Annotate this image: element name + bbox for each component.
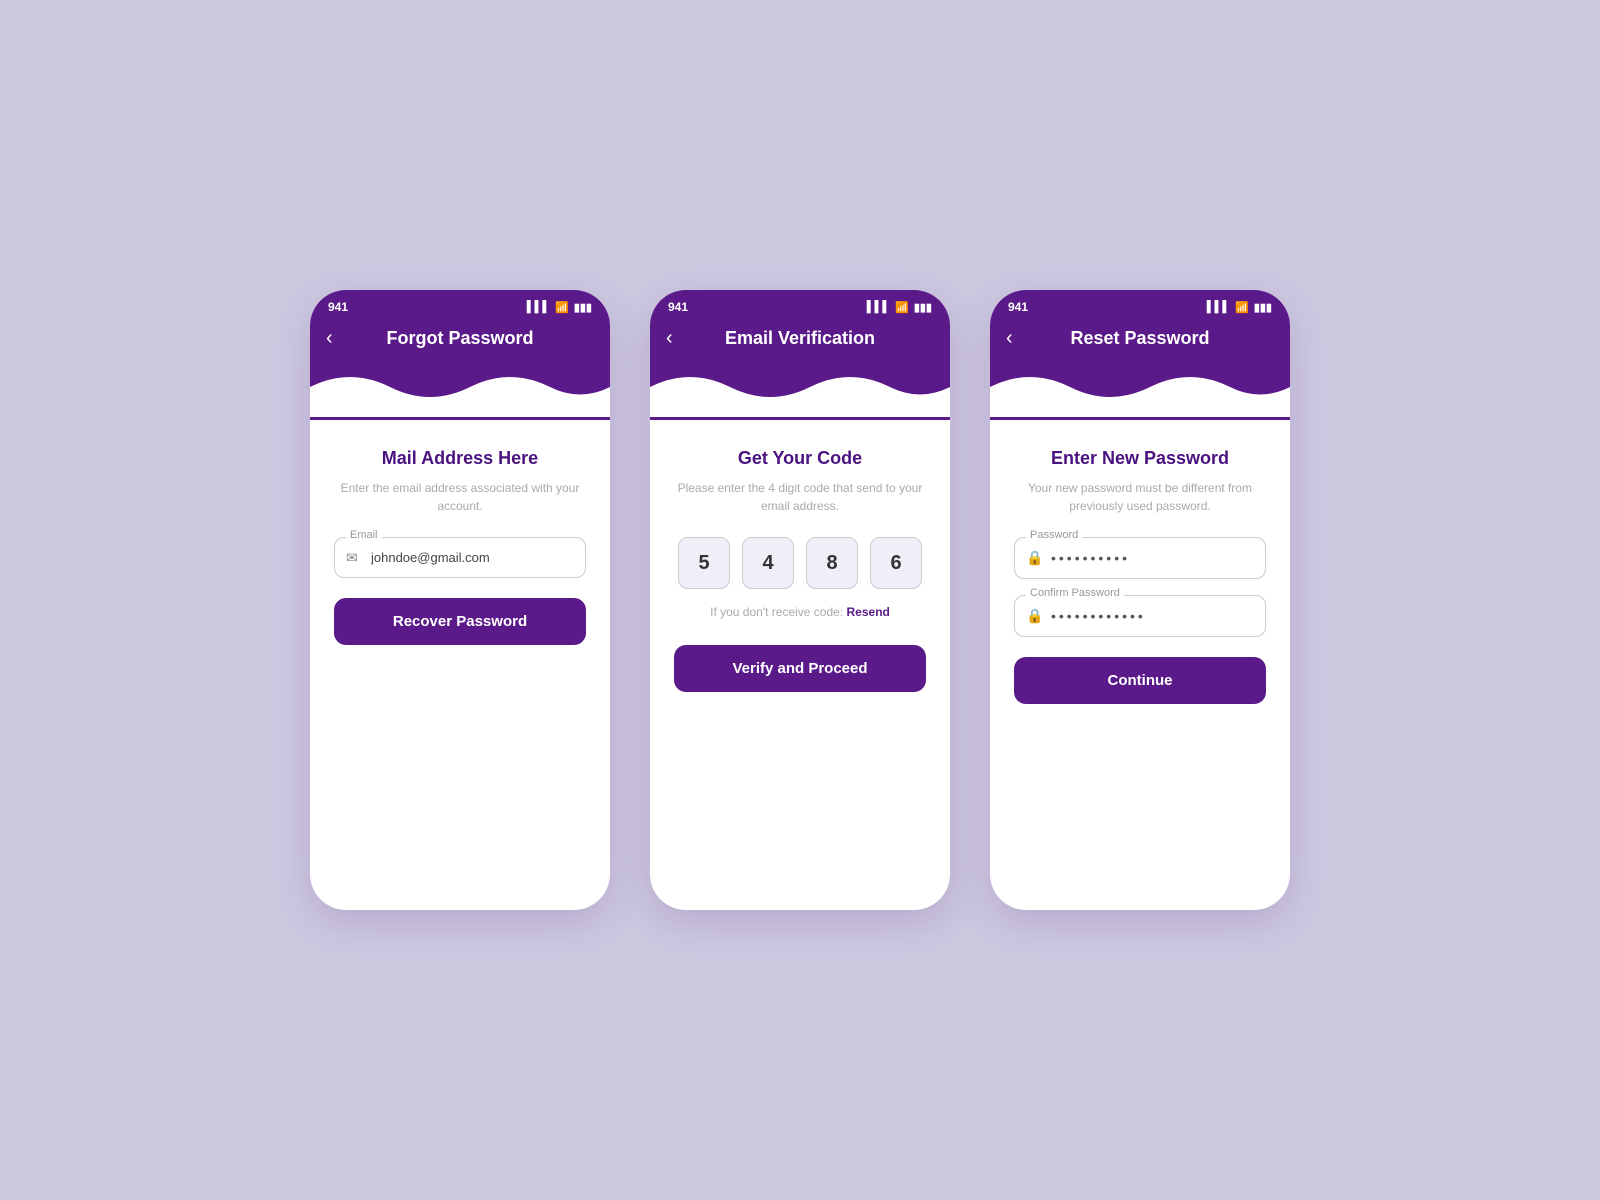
otp-digit-4[interactable]: 6 xyxy=(870,537,922,589)
header-title-3: Reset Password xyxy=(1070,328,1209,349)
battery-icon-1: ▮▮▮ xyxy=(574,301,592,314)
status-icons-2: ▌▌▌ 📶 ▮▮▮ xyxy=(867,301,932,314)
header-2: ‹ Email Verification xyxy=(650,320,950,420)
email-icon: ✉ xyxy=(346,549,358,566)
forgot-password-card: 941 ▌▌▌ 📶 ▮▮▮ ‹ Forgot Password Mail Add… xyxy=(310,290,610,910)
confirm-password-label: Confirm Password xyxy=(1026,587,1124,599)
wave-3 xyxy=(990,367,1290,422)
wifi-icon-1: 📶 xyxy=(555,301,569,314)
status-bar-3: 941 ▌▌▌ 📶 ▮▮▮ xyxy=(990,290,1290,320)
section-title-2: Get Your Code xyxy=(738,448,862,469)
lock-icon-2: 🔒 xyxy=(1026,608,1043,625)
email-group: Email ✉ xyxy=(334,537,586,578)
section-title-1: Mail Address Here xyxy=(382,448,538,469)
section-desc-2: Please enter the 4 digit code that send … xyxy=(674,479,926,515)
email-label: Email xyxy=(346,529,382,541)
signal-icon-1: ▌▌▌ xyxy=(527,301,550,313)
password-input[interactable] xyxy=(1014,537,1266,579)
header-3: ‹ Reset Password xyxy=(990,320,1290,420)
wave-1 xyxy=(310,367,610,422)
back-button-1[interactable]: ‹ xyxy=(326,327,333,350)
section-desc-1: Enter the email address associated with … xyxy=(334,479,586,515)
confirm-password-input[interactable] xyxy=(1014,595,1266,637)
otp-digit-2[interactable]: 4 xyxy=(742,537,794,589)
card-body-2: Get Your Code Please enter the 4 digit c… xyxy=(650,420,950,910)
section-desc-3: Your new password must be different from… xyxy=(1014,479,1266,515)
status-icons-1: ▌▌▌ 📶 ▮▮▮ xyxy=(527,301,592,314)
recover-password-button[interactable]: Recover Password xyxy=(334,598,586,645)
lock-icon-1: 🔒 xyxy=(1026,550,1043,567)
header-1: ‹ Forgot Password xyxy=(310,320,610,420)
password-label: Password xyxy=(1026,529,1082,541)
email-input[interactable] xyxy=(334,537,586,578)
resend-link[interactable]: Resend xyxy=(847,605,890,619)
battery-icon-2: ▮▮▮ xyxy=(914,301,932,314)
password-group: Password 🔒 xyxy=(1014,537,1266,579)
reset-password-card: 941 ▌▌▌ 📶 ▮▮▮ ‹ Reset Password Enter New… xyxy=(990,290,1290,910)
status-bar-1: 941 ▌▌▌ 📶 ▮▮▮ xyxy=(310,290,610,320)
confirm-password-group: Confirm Password 🔒 xyxy=(1014,595,1266,637)
card-body-1: Mail Address Here Enter the email addres… xyxy=(310,420,610,910)
otp-digit-1[interactable]: 5 xyxy=(678,537,730,589)
wifi-icon-3: 📶 xyxy=(1235,301,1249,314)
back-button-3[interactable]: ‹ xyxy=(1006,327,1013,350)
status-bar-2: 941 ▌▌▌ 📶 ▮▮▮ xyxy=(650,290,950,320)
header-title-2: Email Verification xyxy=(725,328,875,349)
wifi-icon-2: 📶 xyxy=(895,301,909,314)
signal-icon-2: ▌▌▌ xyxy=(867,301,890,313)
continue-button[interactable]: Continue xyxy=(1014,657,1266,704)
status-time-1: 941 xyxy=(328,300,348,314)
back-button-2[interactable]: ‹ xyxy=(666,327,673,350)
email-verification-card: 941 ▌▌▌ 📶 ▮▮▮ ‹ Email Verification Get Y… xyxy=(650,290,950,910)
signal-icon-3: ▌▌▌ xyxy=(1207,301,1230,313)
status-time-3: 941 xyxy=(1008,300,1028,314)
otp-container: 5 4 8 6 xyxy=(678,537,922,589)
wave-2 xyxy=(650,367,950,422)
header-title-1: Forgot Password xyxy=(386,328,533,349)
verify-proceed-button[interactable]: Verify and Proceed xyxy=(674,645,926,692)
card-body-3: Enter New Password Your new password mus… xyxy=(990,420,1290,910)
resend-text: If you don't receive code: Resend xyxy=(710,605,890,619)
status-icons-3: ▌▌▌ 📶 ▮▮▮ xyxy=(1207,301,1272,314)
section-title-3: Enter New Password xyxy=(1051,448,1229,469)
otp-digit-3[interactable]: 8 xyxy=(806,537,858,589)
status-time-2: 941 xyxy=(668,300,688,314)
battery-icon-3: ▮▮▮ xyxy=(1254,301,1272,314)
